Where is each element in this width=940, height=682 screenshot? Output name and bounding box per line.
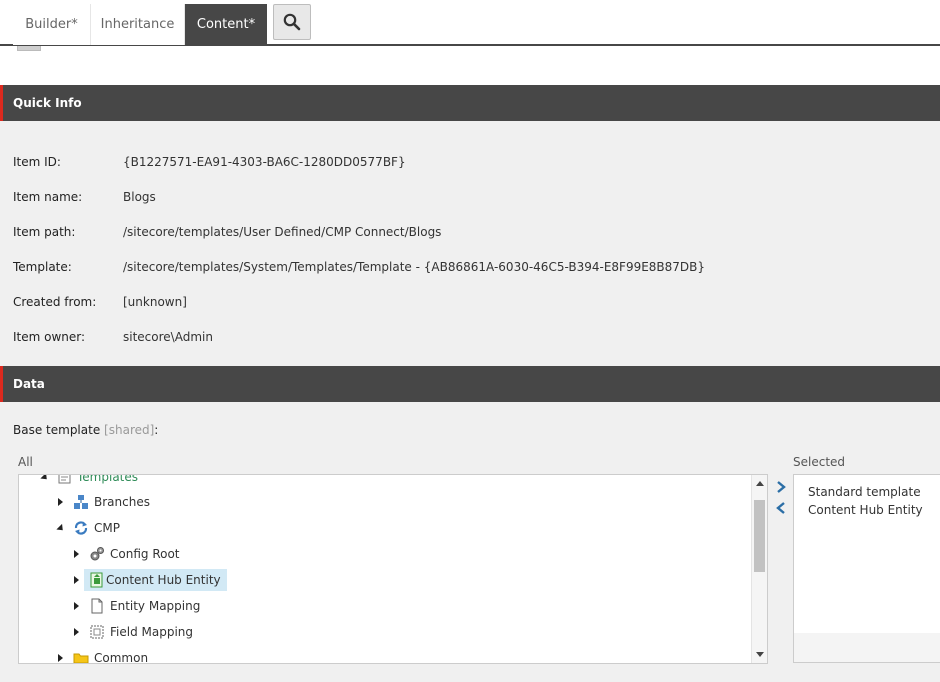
item-name-value: Blogs [123, 190, 156, 204]
quick-info-header[interactable]: Quick Info [0, 85, 940, 121]
base-template-label: Base template [shared]: [13, 423, 158, 437]
tree-item-label[interactable]: Templates [77, 475, 138, 488]
info-row-template: Template: /sitecore/templates/System/Tem… [0, 260, 940, 280]
content-hub-entity-icon [90, 572, 103, 588]
remove-from-selected-icon[interactable] [775, 502, 787, 514]
expand-arrow-icon[interactable] [74, 628, 79, 636]
scroll-up-icon[interactable] [756, 481, 764, 486]
item-owner-label: Item owner: [13, 330, 86, 344]
tree-item-label[interactable]: Branches [94, 491, 150, 513]
document-icon [91, 598, 103, 614]
base-template-text: Base template [13, 423, 101, 437]
tree-item-field-mapping[interactable]: Field Mapping [19, 621, 739, 643]
shared-tag: [shared] [104, 423, 155, 437]
item-path-label: Item path: [13, 225, 76, 239]
selected-item-content-hub-entity[interactable]: Content Hub Entity [808, 503, 923, 517]
tree-item-label[interactable]: Entity Mapping [110, 595, 200, 617]
tree-item-branches[interactable]: Branches [19, 491, 739, 513]
tree-item-common[interactable]: Common [19, 647, 739, 663]
tree-item-entity-mapping[interactable]: Entity Mapping [19, 595, 739, 617]
info-row-item-path: Item path: /sitecore/templates/User Defi… [0, 225, 940, 245]
selected-templates-list[interactable]: Standard template Content Hub Entity [793, 474, 940, 663]
data-section-title: Data [13, 377, 45, 391]
tree-scrollbar[interactable] [751, 475, 767, 663]
tab-builder[interactable]: Builder* [13, 4, 91, 45]
created-from-value: [unknown] [123, 295, 187, 309]
templates-icon [58, 475, 71, 484]
cmp-sync-icon [74, 521, 88, 535]
expand-arrow-icon[interactable] [58, 654, 63, 662]
item-path-value: /sitecore/templates/User Defined/CMP Con… [123, 225, 442, 239]
scroll-down-icon[interactable] [756, 652, 764, 657]
folder-icon [73, 653, 89, 663]
created-from-label: Created from: [13, 295, 97, 309]
item-id-label: Item ID: [13, 155, 61, 169]
search-button[interactable] [273, 4, 311, 40]
branches-icon [74, 495, 88, 509]
tree-item-label[interactable]: Common [94, 647, 148, 663]
editor-tab-bar: Builder* Inheritance Content* [0, 0, 940, 46]
selected-list-label: Selected [793, 455, 846, 469]
tree-item-label[interactable]: Config Root [110, 543, 180, 565]
tree-item-cmp[interactable]: CMP [19, 517, 739, 539]
gears-icon [90, 547, 104, 561]
tree-item-templates[interactable]: Templates [19, 475, 739, 488]
template-tree[interactable]: Templates Branches CMP Config Root Conte… [18, 474, 768, 664]
expand-arrow-icon[interactable] [74, 602, 79, 610]
item-owner-value: sitecore\Admin [123, 330, 213, 344]
item-id-value: {B1227571-EA91-4303-BA6C-1280DD0577BF} [123, 155, 406, 169]
item-name-label: Item name: [13, 190, 83, 204]
all-list-label: All [18, 455, 33, 469]
info-row-item-name: Item name: Blogs [0, 190, 940, 210]
tree-item-label[interactable]: Field Mapping [110, 621, 193, 643]
tab-inheritance[interactable]: Inheritance [91, 4, 185, 45]
tree-item-label[interactable]: Content Hub Entity [84, 569, 227, 591]
collapsed-field-edge [17, 46, 41, 51]
add-to-selected-icon[interactable] [775, 481, 787, 493]
field-mapping-icon [90, 625, 104, 639]
info-row-item-id: Item ID: {B1227571-EA91-4303-BA6C-1280DD… [0, 155, 940, 175]
tree-item-config-root[interactable]: Config Root [19, 543, 739, 565]
scroll-thumb[interactable] [754, 500, 765, 572]
collapse-arrow-icon[interactable] [40, 475, 50, 483]
selected-list-footer [794, 633, 940, 662]
expand-arrow-icon[interactable] [74, 550, 79, 558]
expand-arrow-icon[interactable] [58, 498, 63, 506]
content-top-strip [0, 46, 940, 85]
base-template-colon: : [154, 423, 159, 437]
expand-arrow-icon[interactable] [74, 576, 79, 584]
data-section-header[interactable]: Data [0, 366, 940, 402]
info-row-item-owner: Item owner: sitecore\Admin [0, 330, 940, 350]
template-value: /sitecore/templates/System/Templates/Tem… [123, 260, 706, 274]
tree-item-content-hub-entity[interactable]: Content Hub Entity [19, 569, 739, 591]
quick-info-title: Quick Info [13, 96, 82, 110]
info-row-created-from: Created from: [unknown] [0, 295, 940, 315]
collapse-arrow-icon[interactable] [56, 523, 66, 534]
search-icon [283, 13, 301, 31]
template-label: Template: [13, 260, 72, 274]
tree-item-label[interactable]: CMP [94, 517, 120, 539]
selected-item-standard-template[interactable]: Standard template [808, 485, 921, 499]
tab-content[interactable]: Content* [185, 4, 267, 45]
